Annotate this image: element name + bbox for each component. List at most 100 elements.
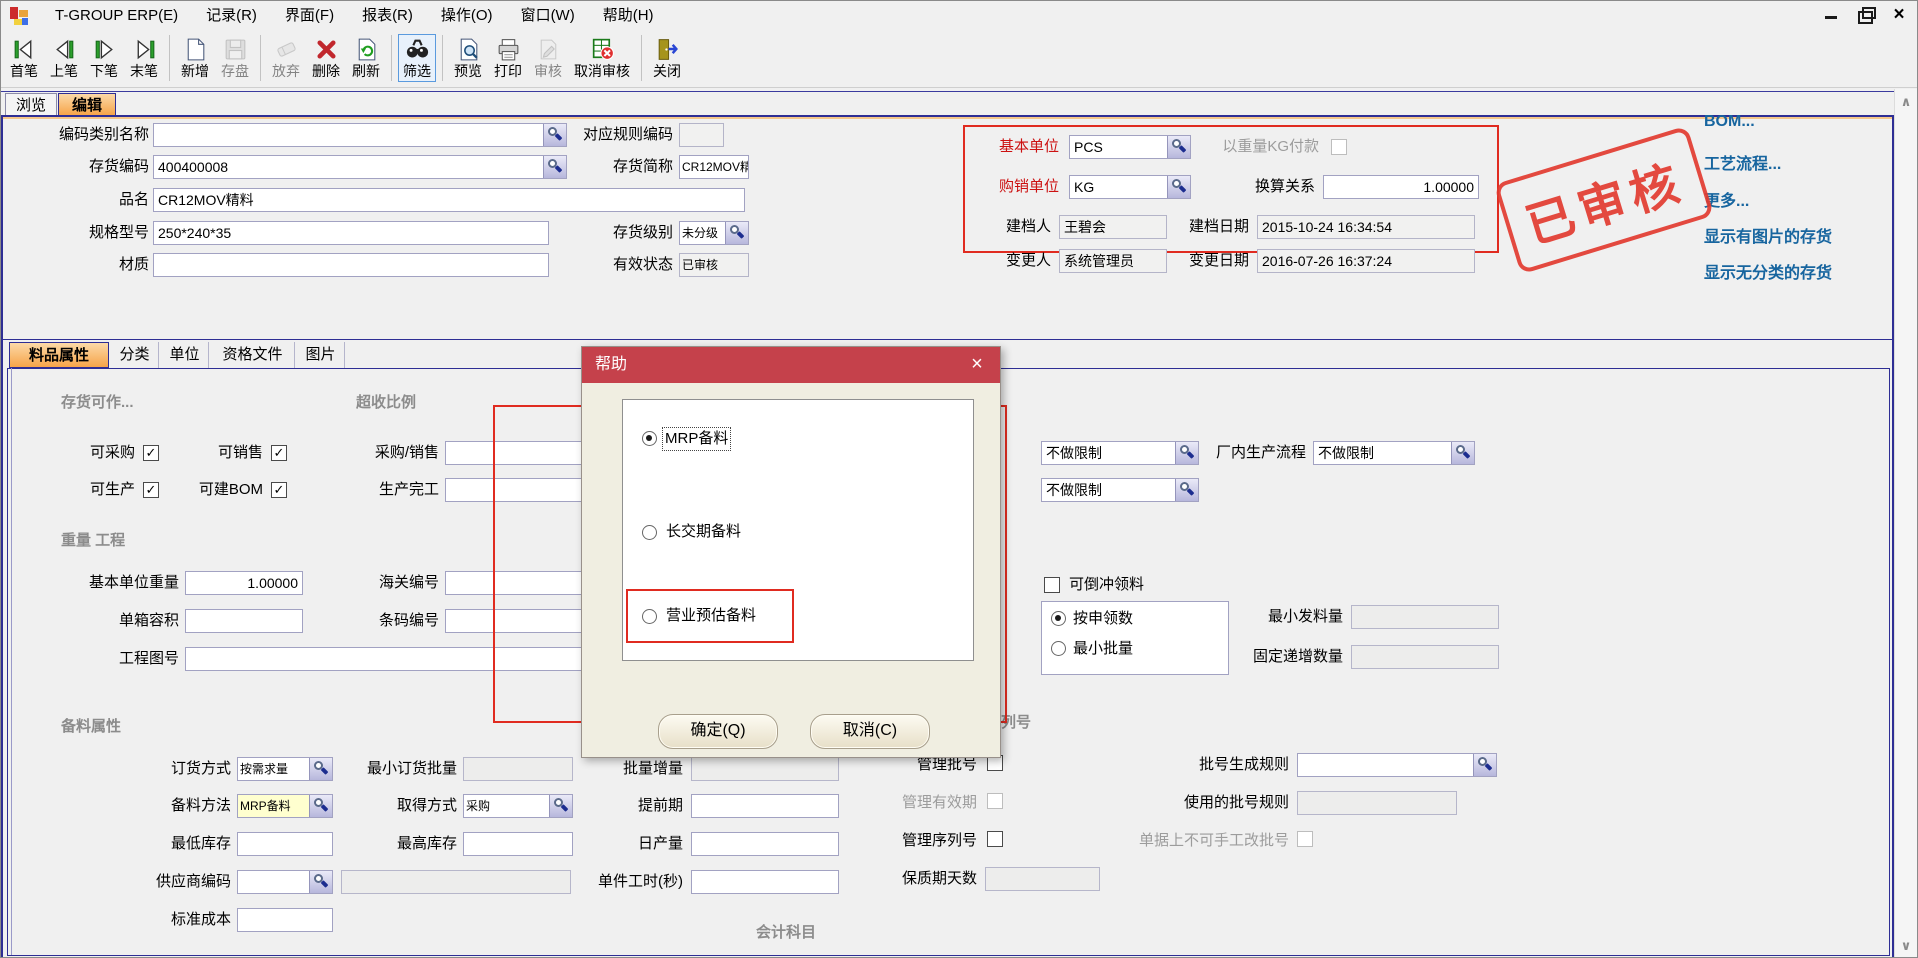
menu-help[interactable]: 帮助(H) [589, 1, 668, 31]
print-button[interactable]: 打印 [489, 34, 527, 82]
batch-rule-field[interactable] [1297, 753, 1497, 777]
dialog-cancel-button[interactable]: 取消(C) [810, 714, 930, 749]
subtab-item-attributes[interactable]: 料品属性 [9, 342, 109, 368]
preview-button[interactable]: 预览 [449, 34, 487, 82]
tab-edit[interactable]: 编辑 [58, 93, 116, 116]
lookup-icon[interactable] [725, 222, 748, 244]
manage-serial-checkbox[interactable] [987, 831, 1003, 847]
item-level-field[interactable]: 未分级 [679, 221, 749, 245]
mrp-option-label[interactable]: MRP备料 [662, 427, 731, 451]
create-date-label: 建档日期 [1171, 215, 1249, 239]
tab-browse[interactable]: 浏览 [5, 93, 57, 116]
restore-icon[interactable] [1853, 3, 1877, 27]
subtab-image[interactable]: 图片 [297, 342, 345, 368]
acquire-mode-field[interactable]: 采购 [463, 794, 573, 818]
menu-window[interactable]: 窗口(W) [507, 1, 589, 31]
scroll-up-icon[interactable]: ∧ [1895, 89, 1917, 115]
supplier-code-field[interactable] [237, 870, 333, 894]
limit2-field[interactable]: 不做限制 [1041, 478, 1199, 502]
spec-field[interactable]: 250*240*35 [153, 221, 549, 245]
subtab-qualification[interactable]: 资格文件 [211, 342, 295, 368]
by-request-radio[interactable] [1051, 611, 1066, 626]
menu-app[interactable]: T-GROUP ERP(E) [41, 1, 192, 31]
lookup-icon[interactable] [1451, 442, 1474, 464]
lookup-icon[interactable] [543, 156, 566, 178]
link-process-flow[interactable]: 工艺流程... [1704, 150, 1781, 174]
refresh-button[interactable]: 刷新 [347, 34, 385, 82]
first-record-button[interactable]: 首笔 [5, 34, 43, 82]
toolbar-separator [391, 35, 392, 81]
prev-record-button[interactable]: 上笔 [45, 34, 83, 82]
link-show-with-image[interactable]: 显示有图片的存货 [1704, 223, 1832, 247]
menu-operation[interactable]: 操作(O) [427, 1, 507, 31]
dialog-title-bar[interactable]: 帮助 × [582, 347, 1000, 383]
lead-time-field[interactable] [691, 794, 839, 818]
supplier-code-label: 供应商编码 [141, 870, 231, 894]
lookup-icon[interactable] [309, 758, 332, 780]
conversion-field[interactable]: 1.00000 [1323, 175, 1479, 199]
unit-time-field[interactable] [691, 870, 839, 894]
mrp-option-radio[interactable] [642, 431, 657, 446]
long-lead-option-radio[interactable] [642, 525, 657, 540]
link-show-unclassified[interactable]: 显示无分类的存货 [1704, 259, 1832, 283]
purchasable-checkbox[interactable] [143, 445, 159, 461]
min-stock-field[interactable] [237, 832, 333, 856]
min-batch-radio[interactable] [1051, 641, 1066, 656]
vertical-scrollbar[interactable]: ∧ ∨ [1894, 89, 1917, 958]
lookup-icon[interactable] [543, 124, 566, 146]
coding-category-field[interactable] [153, 123, 567, 147]
item-short-name-field[interactable]: CR12MOV精料 [679, 155, 749, 179]
item-name-field[interactable]: CR12MOV精料 [153, 188, 745, 212]
menu-report[interactable]: 报表(R) [348, 1, 427, 31]
box-volume-field[interactable] [185, 609, 303, 633]
lookup-icon[interactable] [1167, 176, 1190, 198]
subtab-classification[interactable]: 分类 [111, 342, 159, 368]
producible-checkbox[interactable] [143, 482, 159, 498]
lookup-icon[interactable] [1167, 136, 1190, 158]
acquire-mode-label: 取得方式 [381, 794, 457, 818]
dialog-ok-button[interactable]: 确定(Q) [658, 714, 778, 749]
lookup-icon[interactable] [549, 795, 572, 817]
link-bom[interactable]: BOM... [1704, 113, 1755, 131]
base-unit-field[interactable]: PCS [1069, 135, 1191, 159]
last-record-button[interactable]: 末笔 [125, 34, 163, 82]
item-name-label: 品名 [9, 188, 149, 212]
menu-interface[interactable]: 界面(F) [271, 1, 348, 31]
discard-icon [273, 36, 300, 63]
no-manual-batch-label: 单据上不可手工改批号 [1109, 829, 1289, 853]
prep-method-field[interactable]: MRP备料 [237, 794, 333, 818]
rule-code-field[interactable] [679, 123, 724, 147]
lookup-icon[interactable] [309, 795, 332, 817]
next-record-button[interactable]: 下笔 [85, 34, 123, 82]
material-field[interactable] [153, 253, 549, 277]
bom-capable-checkbox[interactable] [271, 482, 287, 498]
factory-flow-field[interactable]: 不做限制 [1313, 441, 1475, 465]
item-code-field[interactable]: 400400008 [153, 155, 567, 179]
backflush-checkbox[interactable] [1044, 577, 1060, 593]
cancel-audit-button[interactable]: 取消审核 [569, 34, 635, 82]
limit1-field[interactable]: 不做限制 [1041, 441, 1199, 465]
daily-output-field[interactable] [691, 832, 839, 856]
std-cost-field[interactable] [237, 908, 333, 932]
subtab-unit[interactable]: 单位 [161, 342, 209, 368]
base-unit-weight-field[interactable]: 1.00000 [185, 571, 303, 595]
lookup-icon[interactable] [309, 871, 332, 893]
filter-button[interactable]: 筛选 [398, 34, 436, 82]
lookup-icon[interactable] [1175, 442, 1198, 464]
delete-button[interactable]: 删除 [307, 34, 345, 82]
scroll-down-icon[interactable]: ∨ [1895, 933, 1917, 958]
dialog-close-icon[interactable]: × [964, 347, 990, 383]
new-button[interactable]: 新增 [176, 34, 214, 82]
lookup-icon[interactable] [1473, 754, 1496, 776]
lookup-icon[interactable] [1175, 479, 1198, 501]
max-stock-field[interactable] [463, 832, 573, 856]
close-window-icon[interactable]: × [1887, 3, 1911, 27]
prep-method-label: 备料方法 [153, 794, 231, 818]
minimize-icon[interactable] [1819, 3, 1843, 27]
sellable-checkbox[interactable] [271, 445, 287, 461]
long-lead-option-label[interactable]: 长交期备料 [666, 521, 741, 543]
order-mode-field[interactable]: 按需求量 [237, 757, 333, 781]
close-button[interactable]: 关闭 [648, 34, 686, 82]
trade-unit-field[interactable]: KG [1069, 175, 1191, 199]
menu-record[interactable]: 记录(R) [192, 1, 271, 31]
